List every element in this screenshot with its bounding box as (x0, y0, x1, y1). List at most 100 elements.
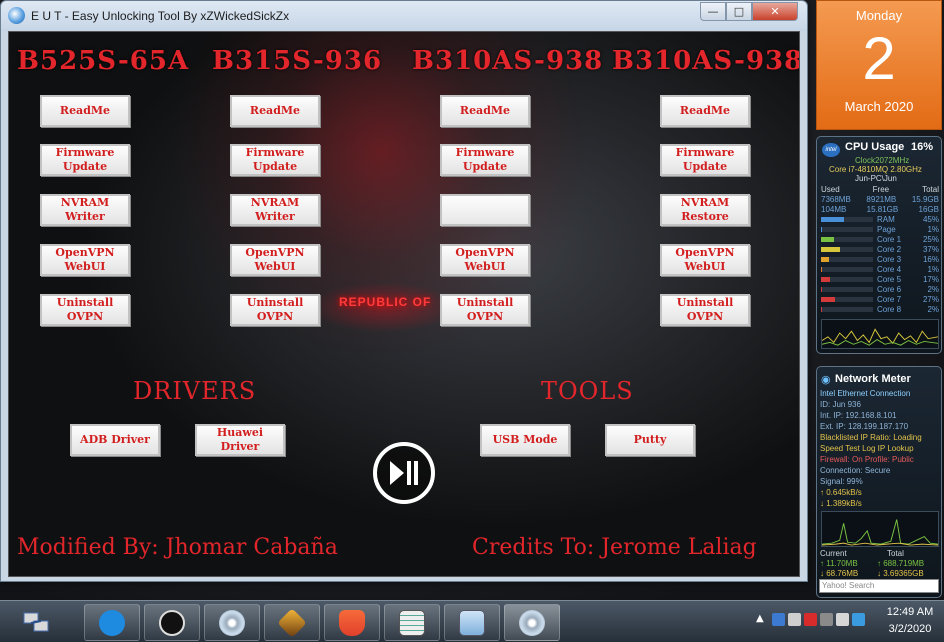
firmware-update-button[interactable]: Firmware Update (230, 144, 320, 176)
usb-mode-button[interactable]: USB Mode (480, 424, 570, 456)
modified-by-text: Modified By: Jhomar Cabaña (17, 535, 338, 560)
yahoo-search-input[interactable]: Yahoo! Search (819, 579, 939, 593)
net-up-total: ↑ 688.719MB (877, 559, 925, 568)
meter-bar (821, 307, 873, 312)
readme-button[interactable]: ReadMe (440, 95, 530, 127)
mem-header: Total (922, 185, 939, 194)
dvd-icon[interactable] (204, 604, 260, 641)
cpu-gadget-title: CPU Usage (845, 141, 905, 153)
meter-value: 27% (922, 295, 939, 304)
cpu-meter-row: Core 3 16% (821, 255, 939, 264)
language-icon[interactable] (852, 613, 865, 626)
network-meter-gadget[interactable]: ◉ Network Meter Intel Ethernet Connectio… (816, 366, 942, 598)
uninstall-ovpn-button[interactable]: Uninstall OVPN (40, 294, 130, 326)
cpu-meter-row: Core 1 25% (821, 235, 939, 244)
meter-label: Core 6 (877, 285, 902, 294)
readme-button[interactable]: ReadMe (660, 95, 750, 127)
nvram-restore-button[interactable]: NVRAM Restore (660, 194, 750, 226)
app-icon[interactable] (8, 7, 25, 24)
firmware-update-button[interactable]: Firmware Update (660, 144, 750, 176)
chevron-up-icon[interactable]: ▲ (756, 613, 769, 626)
title-bar[interactable]: E U T - Easy Unlocking Tool By xZWickedS… (1, 1, 807, 31)
meter-value: 1% (927, 225, 939, 234)
cpu-meter-row: Core 5 17% (821, 275, 939, 284)
cpu-host: Jun-PC\Jun (855, 174, 897, 183)
network-gadget-title: Network Meter (835, 373, 911, 385)
calendar-gadget[interactable]: Monday 2 March 2020 (816, 0, 942, 130)
mem-header: Free (872, 185, 890, 194)
firmware-update-button[interactable]: Firmware Update (440, 144, 530, 176)
uninstall-ovpn-button[interactable]: Uninstall OVPN (230, 294, 320, 326)
openvpn-webui-button[interactable]: OpenVPN WebUI (440, 244, 530, 276)
openvpn-webui-button[interactable]: OpenVPN WebUI (40, 244, 130, 276)
mem-cell: 8921MB (866, 195, 897, 204)
firmware-update-button[interactable]: Firmware Update (40, 144, 130, 176)
nvram-writer-button[interactable]: NVRAM Writer (40, 194, 130, 226)
shareit-icon[interactable] (84, 604, 140, 641)
huawei-driver-button[interactable]: Huawei Driver (195, 424, 285, 456)
meter-bar (821, 287, 873, 292)
calendar-day: 2 (862, 25, 896, 92)
adb-driver-button[interactable]: ADB Driver (70, 424, 160, 456)
meter-label: Core 1 (877, 235, 902, 244)
meter-value: 45% (922, 215, 939, 224)
readme-button[interactable]: ReadMe (40, 95, 130, 127)
openvpn-webui-button[interactable]: OpenVPN WebUI (660, 244, 750, 276)
brave-icon[interactable] (324, 604, 380, 641)
putty-button[interactable]: Putty (605, 424, 695, 456)
dvd-icon[interactable] (504, 604, 560, 641)
mem-header-row: Used Free Total (821, 185, 939, 194)
cpu-meter-row: Page 1% (821, 225, 939, 234)
net-current-label: Current (820, 549, 847, 558)
mem-row: 104MB 15.81GB 16GB (821, 205, 939, 214)
spreadsheet-icon[interactable] (384, 604, 440, 641)
meter-fill (821, 217, 844, 222)
meter-fill (821, 247, 840, 252)
openvpn-webui-button[interactable]: OpenVPN WebUI (230, 244, 320, 276)
taskbar: ▲ 12:49 AM 3/2/2020 (0, 600, 944, 642)
credits-to-text: Credits To: Jerome Laliag (472, 535, 757, 560)
cpu-usage-gadget[interactable]: intel CPU Usage 16% Clock2072MHz Core i7… (816, 136, 942, 354)
speaker-icon[interactable] (788, 613, 801, 626)
meter-value: 17% (922, 275, 939, 284)
meter-label: Core 8 (877, 305, 902, 314)
clock-time: 12:49 AM (886, 606, 934, 618)
monitor-icon[interactable] (772, 613, 785, 626)
readme-button[interactable]: ReadMe (230, 95, 320, 127)
winamp-icon[interactable] (264, 604, 320, 641)
volume-icon[interactable] (836, 613, 849, 626)
meter-fill (821, 297, 835, 302)
meter-bar (821, 257, 873, 262)
meter-fill (821, 277, 830, 282)
maximize-button[interactable]: □ (726, 2, 752, 21)
taskbar-clock[interactable]: 12:49 AM 3/2/2020 (880, 604, 940, 638)
network-info-line: Blacklisted IP Ratio: Loading (820, 433, 922, 442)
cpu-usage-value: 16% (910, 141, 933, 153)
nvram-writer-button[interactable]: NVRAM Writer (230, 194, 320, 226)
meter-value: 2% (927, 285, 939, 294)
minimize-button[interactable]: — (700, 2, 726, 21)
meter-fill (821, 257, 829, 262)
meter-fill (821, 237, 834, 242)
play-pause-button[interactable] (373, 442, 435, 504)
uninstall-ovpn-button[interactable]: Uninstall OVPN (440, 294, 530, 326)
blank-button[interactable] (440, 194, 530, 226)
speedometer-icon[interactable] (144, 604, 200, 641)
window-icon[interactable] (444, 604, 500, 641)
meter-bar (821, 267, 873, 272)
meter-bar (821, 277, 873, 282)
uninstall-ovpn-button[interactable]: Uninstall OVPN (660, 294, 750, 326)
model-title-b310as-b: B310AS-938_B (612, 46, 799, 76)
network-tool-icon[interactable] (16, 605, 56, 639)
close-button[interactable]: ✕ (752, 2, 798, 21)
tools-heading: TOOLS (541, 377, 634, 405)
drivers-heading: DRIVERS (133, 377, 257, 405)
cpu-meter-row: Core 6 2% (821, 285, 939, 294)
app-canvas: REPUBLIC OF B525S-65A B315S-936 B310AS-9… (8, 31, 800, 577)
network-info-line: ↓ 1.389kB/s (820, 499, 862, 508)
mcafee-icon[interactable] (804, 613, 817, 626)
net-down-current: ↓ 68.76MB (820, 569, 859, 578)
model-title-b315s: B315S-936 (212, 46, 383, 76)
window-title: E U T - Easy Unlocking Tool By xZWickedS… (31, 9, 290, 23)
network-icon[interactable] (820, 613, 833, 626)
